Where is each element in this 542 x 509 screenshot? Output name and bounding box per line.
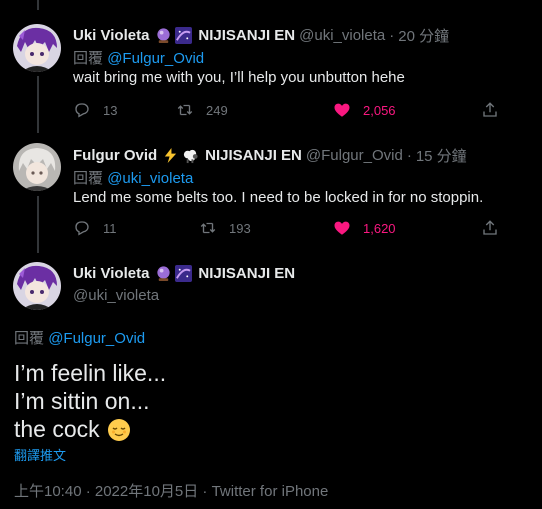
avatar[interactable]: [13, 262, 61, 310]
like-count: 1,620: [363, 220, 396, 236]
handle[interactable]: @Fulgur_Ovid: [306, 147, 403, 164]
tweet-text-line-last: the cock: [14, 416, 131, 443]
heart-icon: [334, 221, 350, 235]
crystal-ball-emoji: [157, 266, 171, 282]
reply-button[interactable]: 11: [73, 219, 117, 237]
translate-tweet-link[interactable]: 翻譯推文: [14, 445, 66, 464]
reply-to-link[interactable]: @Fulgur_Ovid: [48, 330, 145, 347]
reply-icon: [75, 221, 89, 236]
timestamp[interactable]: 20 分鐘: [398, 25, 449, 46]
reply-count: 11: [103, 220, 117, 236]
tweet-actions: 11 193 1,620: [73, 219, 499, 239]
retweet-icon: [200, 222, 216, 234]
reply-context: 回覆 @Fulgur_Ovid: [14, 327, 145, 348]
handle[interactable]: @uki_violeta: [299, 27, 385, 44]
reply-prefix: 回覆: [73, 170, 104, 187]
thread-line: [37, 196, 39, 253]
share-button[interactable]: [481, 101, 511, 119]
display-name[interactable]: Uki Violeta: [73, 27, 149, 44]
tweet-text: Lend me some belts too. I need to be loc…: [73, 189, 484, 206]
retweet-icon: [177, 104, 193, 116]
reply-context: 回覆 @uki_violeta: [73, 167, 193, 188]
share-icon: [483, 220, 497, 235]
heart-icon: [334, 103, 350, 117]
reply-button[interactable]: 13: [73, 101, 117, 119]
reply-count: 13: [103, 102, 118, 118]
reply-prefix: 回覆: [14, 330, 45, 347]
sheep-emoji: [184, 149, 198, 164]
relieved-face-emoji: [107, 418, 130, 441]
org-name: NIJISANJI EN: [198, 265, 296, 282]
reply-context: 回覆 @Fulgur_Ovid: [73, 47, 204, 68]
share-button[interactable]: [481, 219, 511, 237]
tweet-header: Fulgur Ovid NIJISANJI EN @Fulgur_Ovid · …: [73, 145, 467, 166]
retweet-count: 193: [229, 220, 251, 236]
lightning-emoji: [165, 147, 177, 164]
tweet-text-line: I’m feelin like...: [14, 360, 167, 386]
thread-line: [37, 76, 39, 133]
like-count: 2,056: [363, 102, 396, 118]
reply-prefix: 回覆: [73, 50, 104, 67]
reply-icon: [75, 103, 89, 118]
like-button[interactable]: 1,620: [333, 219, 396, 237]
galaxy-emoji: [175, 265, 193, 282]
handle[interactable]: @uki_violeta: [73, 287, 159, 304]
separator-dot: ·: [406, 147, 412, 164]
tweet-text-line: I’m sittin on...: [14, 388, 150, 414]
tweet-actions: 13 249 2,056: [73, 101, 499, 121]
display-name[interactable]: Uki Violeta: [73, 265, 149, 282]
retweet-button[interactable]: 249: [176, 101, 228, 119]
display-name[interactable]: Fulgur Ovid: [73, 147, 157, 164]
tweet-header: Uki Violeta NIJISANJI EN @uki_violeta · …: [73, 25, 449, 46]
reply-to-link[interactable]: @Fulgur_Ovid: [107, 50, 204, 67]
like-button[interactable]: 2,056: [333, 101, 396, 119]
separator-dot: ·: [389, 27, 395, 44]
avatar[interactable]: [13, 24, 61, 72]
tweet-text: wait bring me with you, I’ll help you un…: [73, 69, 405, 86]
avatar[interactable]: [13, 143, 61, 191]
reply-to-link[interactable]: @uki_violeta: [107, 170, 193, 187]
tweet-timestamp-source[interactable]: 上午10:40 · 2022年10月5日 · Twitter for iPhon…: [14, 480, 328, 501]
retweet-count: 249: [206, 102, 228, 118]
main-tweet-name-row: Uki Violeta NIJISANJI EN: [73, 265, 295, 282]
org-name: NIJISANJI EN: [198, 27, 296, 44]
thread-line: [37, 0, 39, 10]
share-icon: [483, 102, 497, 117]
timestamp[interactable]: 15 分鐘: [416, 145, 467, 166]
org-name: NIJISANJI EN: [205, 147, 302, 164]
retweet-button[interactable]: 193: [199, 219, 251, 237]
tweet-text-line: the cock: [14, 416, 100, 442]
crystal-ball-emoji: [157, 28, 171, 44]
galaxy-emoji: [175, 27, 193, 44]
